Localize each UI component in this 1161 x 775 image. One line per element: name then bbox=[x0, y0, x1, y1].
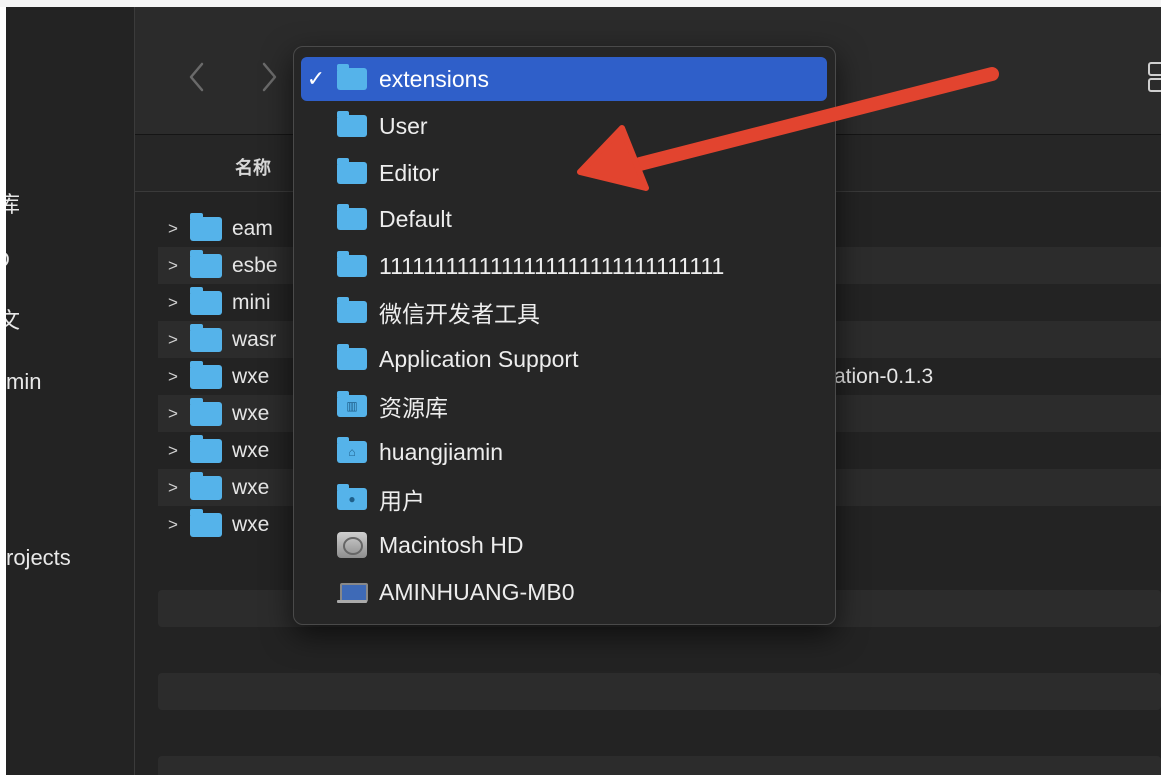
menu-item-default[interactable]: Default bbox=[301, 197, 827, 241]
folder-icon bbox=[190, 397, 222, 426]
menu-item-1111[interactable]: 1111111111111111111111111111111 bbox=[301, 244, 827, 288]
disclosure-chevron-icon[interactable]: > bbox=[168, 330, 184, 350]
sidebar: 库 D 文 min rojects bbox=[6, 7, 135, 775]
menu-item-home[interactable]: ⌂ huangjiamin bbox=[301, 430, 827, 474]
menu-item-application-support[interactable]: Application Support bbox=[301, 337, 827, 381]
menu-item-label: Macintosh HD bbox=[379, 531, 524, 558]
hard-disk-icon bbox=[337, 532, 367, 558]
library-folder-icon: ▥ bbox=[337, 391, 367, 417]
folder-icon bbox=[190, 508, 222, 537]
folder-icon bbox=[337, 64, 367, 90]
file-name: eam bbox=[232, 216, 273, 240]
menu-item-user[interactable]: User bbox=[301, 104, 827, 148]
menu-item-macintosh-hd[interactable]: Macintosh HD bbox=[301, 523, 827, 567]
menu-item-label: AMINHUANG-MB0 bbox=[379, 578, 575, 605]
file-name: wxe bbox=[232, 512, 270, 536]
folder-icon bbox=[337, 204, 367, 230]
menu-item-extensions[interactable]: ✓ extensions bbox=[301, 57, 827, 101]
folder-icon bbox=[190, 471, 222, 500]
file-name: esbe bbox=[232, 253, 278, 277]
folder-icon bbox=[190, 249, 222, 278]
screen-top-edge bbox=[0, 0, 1161, 7]
disclosure-chevron-icon[interactable]: > bbox=[168, 515, 184, 535]
checkmark-icon: ✓ bbox=[306, 66, 326, 91]
folder-icon bbox=[190, 323, 222, 352]
folder-icon bbox=[190, 434, 222, 463]
folder-icon bbox=[190, 286, 222, 315]
file-name: wxe bbox=[232, 438, 270, 462]
disclosure-chevron-icon[interactable]: > bbox=[168, 478, 184, 498]
folder-icon bbox=[337, 297, 367, 323]
menu-item-label: Editor bbox=[379, 159, 440, 186]
folder-icon bbox=[190, 212, 222, 241]
disclosure-chevron-icon[interactable]: > bbox=[168, 404, 184, 424]
folder-icon bbox=[190, 360, 222, 389]
view-options-icon[interactable] bbox=[1147, 59, 1161, 95]
menu-item-users[interactable]: ● 用户 bbox=[301, 477, 827, 521]
sidebar-item-library[interactable]: 库 bbox=[6, 187, 20, 219]
forward-icon[interactable] bbox=[257, 59, 281, 95]
folder-icon bbox=[337, 251, 367, 277]
menu-item-label: 用户 bbox=[379, 488, 425, 514]
file-name: wxe bbox=[232, 364, 270, 388]
folder-icon bbox=[337, 158, 367, 184]
empty-row bbox=[158, 756, 1161, 775]
back-icon[interactable] bbox=[185, 59, 209, 95]
disclosure-chevron-icon[interactable]: > bbox=[168, 293, 184, 313]
menu-item-label: huangjiamin bbox=[379, 438, 504, 465]
name-column-header[interactable]: 名称 bbox=[235, 154, 271, 180]
file-name: wasr bbox=[232, 327, 277, 351]
menu-item-label: 微信开发者工具 bbox=[379, 301, 540, 327]
empty-row bbox=[158, 673, 1161, 710]
users-folder-icon: ● bbox=[337, 484, 367, 510]
disclosure-chevron-icon[interactable]: > bbox=[168, 219, 184, 239]
menu-item-label: 资源库 bbox=[379, 395, 448, 421]
menu-item-label: Default bbox=[379, 205, 452, 232]
path-popup-menu: ✓ extensions User Editor Default 1111111… bbox=[293, 46, 836, 625]
menu-item-wechat-devtools[interactable]: 微信开发者工具 bbox=[301, 290, 827, 334]
file-name: wxe bbox=[232, 401, 270, 425]
folder-icon bbox=[337, 111, 367, 137]
disclosure-chevron-icon[interactable]: > bbox=[168, 367, 184, 387]
disclosure-chevron-icon[interactable]: > bbox=[168, 256, 184, 276]
menu-item-editor[interactable]: Editor bbox=[301, 151, 827, 195]
menu-item-label: extensions bbox=[379, 65, 489, 92]
menu-item-computer[interactable]: AMINHUANG-MB0 bbox=[301, 570, 827, 614]
sidebar-item-documents[interactable]: 文 bbox=[6, 303, 20, 335]
menu-item-label: Application Support bbox=[379, 345, 579, 372]
file-name-tail: ation-0.1.3 bbox=[834, 364, 934, 388]
laptop-icon bbox=[337, 581, 368, 603]
home-folder-icon: ⌂ bbox=[337, 437, 367, 463]
folder-icon bbox=[337, 344, 367, 370]
menu-item-label: 1111111111111111111111111111111 bbox=[379, 252, 725, 279]
file-name: wxe bbox=[232, 475, 270, 499]
menu-item-library[interactable]: ▥ 资源库 bbox=[301, 384, 827, 428]
sidebar-item-home[interactable]: min bbox=[6, 369, 41, 395]
file-name: mini bbox=[232, 290, 271, 314]
menu-item-label: User bbox=[379, 112, 428, 139]
sidebar-item-projects[interactable]: rojects bbox=[6, 545, 71, 571]
disclosure-chevron-icon[interactable]: > bbox=[168, 441, 184, 461]
sidebar-item-downloads[interactable]: D bbox=[6, 247, 10, 273]
